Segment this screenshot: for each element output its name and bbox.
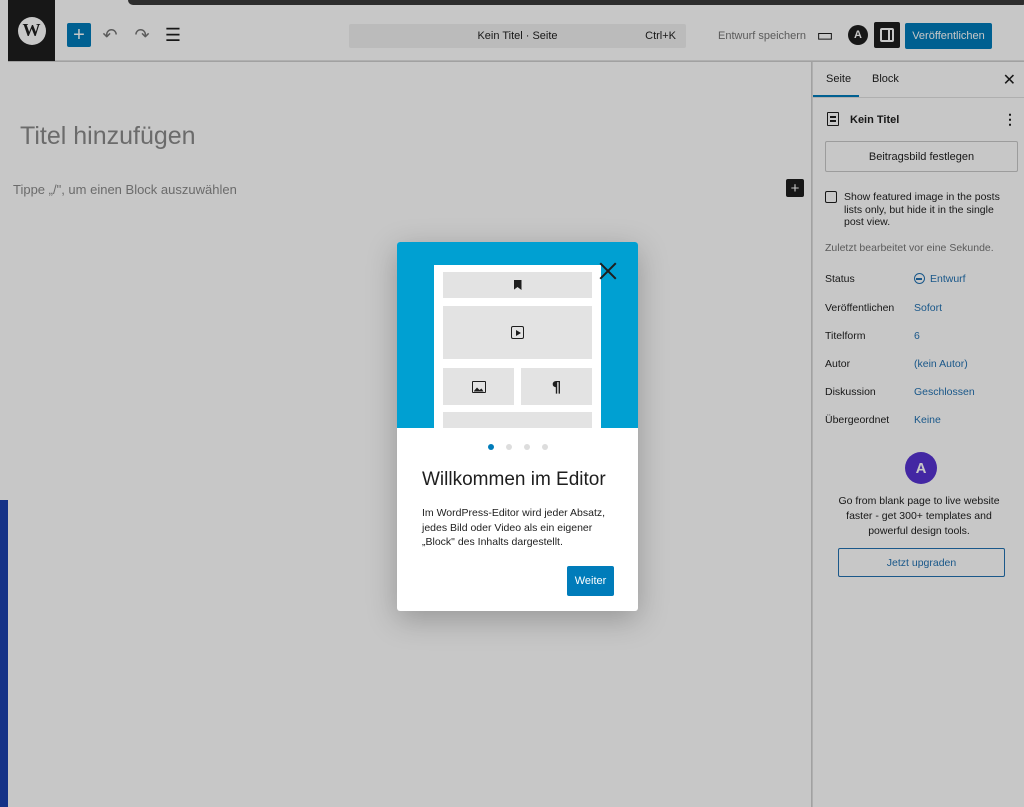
welcome-illustration: ¶ bbox=[397, 242, 638, 428]
bookmark-icon bbox=[513, 280, 522, 290]
page-dot-1[interactable] bbox=[487, 444, 494, 450]
mockup-block bbox=[443, 368, 514, 405]
modal-heading: Willkommen im Editor bbox=[422, 469, 606, 490]
modal-body-text: Im WordPress-Editor wird jeder Absatz, j… bbox=[422, 507, 606, 548]
page-dot-3[interactable] bbox=[523, 444, 530, 450]
mockup-block bbox=[443, 412, 592, 428]
page-dot-4[interactable] bbox=[541, 444, 548, 450]
editor-mockup: ¶ bbox=[434, 265, 601, 428]
mockup-block: ¶ bbox=[521, 368, 592, 405]
mockup-block bbox=[443, 306, 592, 359]
welcome-guide-modal: ¶ Willkommen im Editor Im WordPress-Edit… bbox=[397, 242, 638, 611]
paragraph-icon: ¶ bbox=[551, 377, 562, 396]
image-icon bbox=[471, 380, 486, 393]
close-icon[interactable] bbox=[596, 259, 620, 283]
page-dot-2[interactable] bbox=[505, 444, 512, 450]
mockup-block bbox=[443, 272, 592, 298]
video-icon bbox=[511, 326, 524, 339]
next-button[interactable]: Weiter bbox=[567, 566, 614, 596]
page-indicator bbox=[397, 444, 638, 452]
